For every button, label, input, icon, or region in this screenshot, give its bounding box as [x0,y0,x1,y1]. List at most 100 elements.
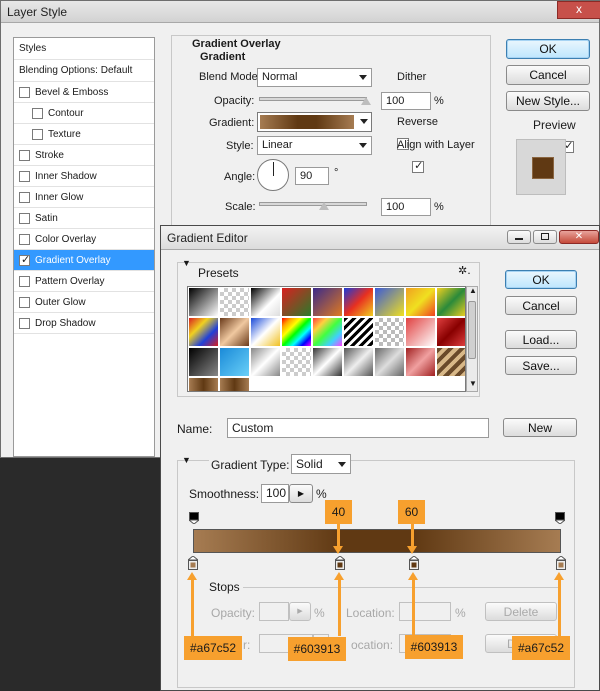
preset-swatch[interactable] [219,317,250,347]
preset-swatch[interactable] [312,287,343,317]
preset-swatch[interactable] [188,377,219,391]
minimize-button[interactable] [507,230,531,244]
opacity-slider-thumb[interactable] [361,97,371,105]
styles-item-checkbox[interactable] [19,296,30,308]
color-stop-2[interactable] [333,555,347,570]
preset-swatch[interactable] [436,287,465,317]
styles-item-checkbox[interactable] [19,191,30,203]
gradient-bar[interactable] [193,529,561,553]
layer-style-cancel-button[interactable]: Cancel [506,65,590,85]
stop-opacity-location-input[interactable] [399,602,451,621]
styles-item-checkbox[interactable] [19,317,30,329]
styles-item-satin[interactable]: Satin [14,208,154,229]
stop-opacity-delete-button[interactable]: Delete [485,602,557,621]
close-button[interactable]: x [557,1,600,19]
ge-close-button[interactable]: ✕ [559,230,599,244]
preset-swatch[interactable] [188,347,219,377]
styles-item-checkbox[interactable] [19,170,30,182]
styles-item-inner-glow[interactable]: Inner Glow [14,187,154,208]
maximize-button[interactable] [533,230,557,244]
gear-icon[interactable]: ✲. [458,264,471,277]
load-button[interactable]: Load... [505,330,577,349]
preset-swatch[interactable] [374,347,405,377]
gradient-type-select[interactable]: Solid [291,454,351,474]
preset-swatch[interactable] [188,317,219,347]
preset-swatch[interactable] [312,347,343,377]
preset-swatch[interactable] [219,377,250,391]
scroll-down-icon[interactable]: ▼ [469,379,477,388]
styles-item-checkbox[interactable] [19,275,30,287]
preset-swatch[interactable] [436,347,465,377]
styles-item-pattern-overlay[interactable]: Pattern Overlay [14,271,154,292]
preset-swatch[interactable] [405,287,436,317]
preset-swatch[interactable] [188,287,219,317]
preset-swatch[interactable] [219,287,250,317]
preset-swatch[interactable] [374,317,405,347]
styles-item-gradient-overlay[interactable]: Gradient Overlay [14,250,154,271]
styles-item-checkbox[interactable] [19,212,30,224]
styles-item-checkbox[interactable] [32,128,43,140]
smoothness-input[interactable]: 100 [261,484,289,503]
color-stop-1[interactable] [186,555,200,570]
gradient-picker[interactable] [257,112,372,132]
presets-scrollbar[interactable]: ▲ ▼ [466,286,478,392]
preset-swatch[interactable] [281,287,312,317]
preset-swatch[interactable] [405,347,436,377]
styles-item-stroke[interactable]: Stroke [14,145,154,166]
opacity-stop-right[interactable] [553,512,567,525]
preset-swatch[interactable] [219,347,250,377]
preset-swatch[interactable] [281,347,312,377]
preset-swatch[interactable] [281,317,312,347]
ge-ok-button[interactable]: OK [505,270,577,289]
layer-style-ok-button[interactable]: OK [506,39,590,59]
ge-cancel-button[interactable]: Cancel [505,296,577,315]
styles-item-texture[interactable]: Texture [14,124,154,145]
styles-item-checkbox[interactable] [19,86,30,98]
preset-swatch[interactable] [312,317,343,347]
styles-item-drop-shadow[interactable]: Drop Shadow [14,313,154,334]
styles-item-checkbox[interactable] [32,107,43,119]
angle-input[interactable]: 90 [295,167,329,185]
presets-toggle-icon[interactable]: ▼ [182,258,191,268]
angle-dial[interactable] [257,159,289,191]
scale-slider-thumb[interactable] [319,202,329,210]
style-select[interactable]: Linear [257,136,372,155]
opacity-stop-left[interactable] [187,512,201,525]
styles-item-checkbox[interactable] [19,233,30,245]
styles-item-contour[interactable]: Contour [14,103,154,124]
settings-toggle-icon[interactable]: ▼ [182,455,191,465]
smoothness-stepper[interactable]: ▶ [289,484,313,503]
preset-swatch[interactable] [405,317,436,347]
stop-opacity-input[interactable] [259,602,289,621]
stop-opacity-stepper[interactable]: ▶ [289,602,311,621]
new-button[interactable]: New [503,418,577,437]
styles-item-inner-shadow[interactable]: Inner Shadow [14,166,154,187]
new-style-button[interactable]: New Style... [506,91,590,111]
scroll-up-icon[interactable]: ▲ [469,286,477,295]
opacity-input[interactable]: 100 [381,92,431,110]
blend-mode-select[interactable]: Normal [257,68,372,87]
save-button[interactable]: Save... [505,356,577,375]
styles-header[interactable]: Styles [14,38,154,60]
preset-swatch[interactable] [436,317,465,347]
styles-item-outer-glow[interactable]: Outer Glow [14,292,154,313]
preset-swatch[interactable] [250,317,281,347]
color-stop-3[interactable] [407,555,421,570]
preset-swatch[interactable] [343,317,374,347]
preset-swatch[interactable] [250,287,281,317]
scale-slider-track[interactable] [259,202,367,206]
scale-input[interactable]: 100 [381,198,431,216]
preset-swatch[interactable] [250,347,281,377]
styles-item-checkbox[interactable] [19,253,30,266]
preset-swatch[interactable] [343,287,374,317]
preset-swatch[interactable] [374,287,405,317]
styles-item-checkbox[interactable] [19,149,30,161]
color-stop-4[interactable] [554,555,568,570]
opacity-slider-track[interactable] [259,97,367,101]
blending-options-item[interactable]: Blending Options: Default [14,60,154,82]
preset-swatch[interactable] [343,347,374,377]
scroll-thumb[interactable] [468,301,476,359]
styles-item-color-overlay[interactable]: Color Overlay [14,229,154,250]
styles-item-bevel-emboss[interactable]: Bevel & Emboss [14,82,154,103]
name-input[interactable]: Custom [227,418,489,438]
